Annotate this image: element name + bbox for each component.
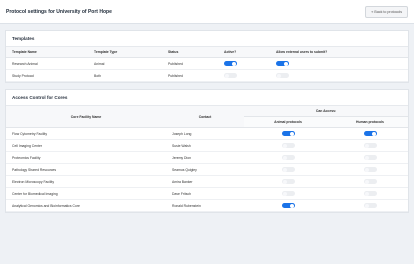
- human-access-toggle[interactable]: [363, 167, 377, 172]
- template-allow-external-cell: [270, 69, 408, 82]
- col-can-access: Can Access:: [244, 106, 408, 117]
- template-allow-external-toggle[interactable]: [276, 61, 289, 66]
- core-row: Center for Biomedical Imaging Dave Fritsc…: [6, 187, 408, 200]
- core-facility-name: Flow Cytometry Facility: [6, 127, 166, 140]
- template-row: Research Animal Animal Published: [6, 57, 408, 70]
- col-status: Status: [162, 47, 218, 58]
- templates-table: Template Name Template Type Status Activ…: [6, 47, 408, 82]
- core-contact: Joseph Long: [166, 127, 244, 140]
- col-active: Active?: [218, 47, 270, 58]
- core-facility-name: Proteomics Facility: [6, 151, 166, 164]
- core-facility-name: Electron Microscopy Facility: [6, 175, 166, 188]
- back-to-protocols-button[interactable]: « Back to protocols: [365, 5, 408, 18]
- core-row: Pathology Shared Resources Seamus Quigley: [6, 163, 408, 176]
- col-template-type: Template Type: [88, 47, 162, 58]
- template-active-toggle[interactable]: [224, 61, 237, 66]
- template-name: Study Protocol: [6, 69, 88, 82]
- template-name: Research Animal: [6, 57, 88, 70]
- core-contact: Ronald Rubenstein: [166, 199, 244, 212]
- templates-heading: Templates: [6, 31, 408, 47]
- top-bar: Protocol settings for University of Port…: [0, 0, 414, 24]
- animal-access-toggle[interactable]: [281, 143, 295, 148]
- human-access-cell: [332, 139, 408, 152]
- core-row: Proteomics Facility Jeremy Dion: [6, 151, 408, 164]
- core-facility-name: Pathology Shared Resources: [6, 163, 166, 176]
- animal-access-toggle[interactable]: [281, 191, 295, 196]
- animal-access-cell: [244, 187, 332, 200]
- access-heading: Access Control for Cores: [6, 90, 408, 106]
- animal-access-toggle[interactable]: [281, 167, 295, 172]
- human-access-cell: [332, 175, 408, 188]
- human-access-toggle[interactable]: [363, 179, 377, 184]
- col-core-facility: Core Facility Name: [6, 106, 166, 128]
- template-type: Both: [88, 69, 162, 82]
- human-access-toggle[interactable]: [363, 131, 377, 136]
- template-row: Study Protocol Both Published: [6, 69, 408, 82]
- animal-access-toggle[interactable]: [281, 203, 295, 208]
- page-title: Protocol settings for University of Port…: [6, 8, 112, 15]
- template-active-toggle[interactable]: [224, 73, 237, 78]
- access-header-row: Core Facility Name Contact Can Access:: [6, 106, 408, 128]
- human-access-toggle[interactable]: [363, 191, 377, 196]
- human-access-cell: [332, 163, 408, 176]
- animal-access-cell: [244, 151, 332, 164]
- core-row: Electron Microscopy Facility Amira Banker: [6, 175, 408, 188]
- human-access-cell: [332, 151, 408, 164]
- core-contact: Amira Banker: [166, 175, 244, 188]
- template-status: Published: [162, 57, 218, 70]
- animal-access-cell: [244, 163, 332, 176]
- template-active-cell: [218, 57, 270, 70]
- human-access-cell: [332, 127, 408, 140]
- template-type: Animal: [88, 57, 162, 70]
- access-table: Core Facility Name Contact Can Access: A…: [6, 106, 408, 212]
- core-facility-name: Cell Imaging Center: [6, 139, 166, 152]
- core-contact: Susie Walsh: [166, 139, 244, 152]
- animal-access-toggle[interactable]: [281, 179, 295, 184]
- core-facility-name: Center for Biomedical Imaging: [6, 187, 166, 200]
- template-status: Published: [162, 69, 218, 82]
- animal-access-cell: [244, 127, 332, 140]
- col-animal-protocols: Animal protocols: [244, 116, 332, 128]
- templates-header-row: Template Name Template Type Status Activ…: [6, 47, 408, 58]
- animal-access-cell: [244, 175, 332, 188]
- template-active-cell: [218, 69, 270, 82]
- col-contact: Contact: [166, 106, 244, 128]
- animal-access-toggle[interactable]: [281, 131, 295, 136]
- templates-panel: Templates Template Name Template Type St…: [5, 30, 409, 83]
- human-access-cell: [332, 187, 408, 200]
- human-access-cell: [332, 199, 408, 212]
- template-allow-external-cell: [270, 57, 408, 70]
- core-contact: Jeremy Dion: [166, 151, 244, 164]
- human-access-toggle[interactable]: [363, 143, 377, 148]
- col-allow-external: Allow external users to submit?: [270, 47, 408, 58]
- human-access-toggle[interactable]: [363, 155, 377, 160]
- page: Protocol settings for University of Port…: [0, 0, 414, 264]
- template-allow-external-toggle[interactable]: [276, 73, 289, 78]
- core-contact: Dave Fritsch: [166, 187, 244, 200]
- human-access-toggle[interactable]: [363, 203, 377, 208]
- core-row: Cell Imaging Center Susie Walsh: [6, 139, 408, 152]
- core-facility-name: Analytical Genomics and Bioinformatics C…: [6, 199, 166, 212]
- col-template-name: Template Name: [6, 47, 88, 58]
- col-human-protocols: Human protocols: [332, 116, 408, 128]
- access-panel: Access Control for Cores Core Facility N…: [5, 89, 409, 213]
- core-contact: Seamus Quigley: [166, 163, 244, 176]
- core-row: Flow Cytometry Facility Joseph Long: [6, 127, 408, 140]
- core-row: Analytical Genomics and Bioinformatics C…: [6, 199, 408, 212]
- animal-access-cell: [244, 199, 332, 212]
- animal-access-cell: [244, 139, 332, 152]
- animal-access-toggle[interactable]: [281, 155, 295, 160]
